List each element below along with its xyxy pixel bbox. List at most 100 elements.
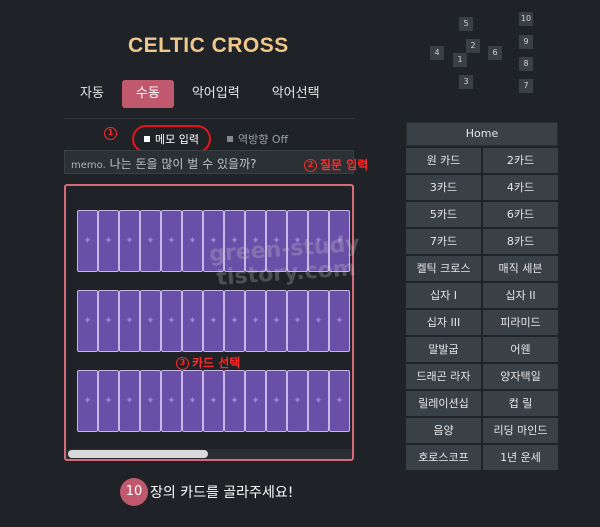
tarot-card[interactable] [266,370,287,432]
cross-position: 3 [459,75,473,89]
tarot-card[interactable] [245,370,266,432]
horizontal-scrollbar[interactable] [66,449,352,459]
tarot-card[interactable] [77,370,98,432]
spread-menu-item[interactable]: 어웬 [483,337,558,362]
spread-menu-item[interactable]: 릴레이션십 [406,391,481,416]
reverse-toggle[interactable]: 역방향 Off [226,131,289,147]
tab-input[interactable]: 악어입력 [178,80,254,108]
spread-menu-item[interactable]: 4카드 [483,175,558,200]
spread-menu-item[interactable]: 1년 운세 [483,445,558,470]
tarot-card[interactable] [287,370,308,432]
spread-menu-item[interactable]: 6카드 [483,202,558,227]
tarot-card[interactable] [98,210,119,272]
card-deck [64,184,354,461]
spread-menu-grid: 원 카드 2카드 3카드 4카드 5카드 6카드 7카드 8카드 켈틱 크로스 매직 세븐 십자 I… [406,148,558,470]
tarot-card[interactable] [203,290,224,352]
spread-menu-item[interactable]: 피라미드 [483,310,558,335]
tarot-card[interactable] [161,370,182,432]
memo-toggle[interactable]: 메모 입력 [132,125,211,153]
annotation-text: 질문 입력 [320,158,369,172]
memo-toggle-label: 메모 입력 [155,133,199,146]
tarot-card[interactable] [119,290,140,352]
tarot-card[interactable] [266,290,287,352]
app-title: CELTIC CROSS [128,34,289,57]
tab-select[interactable]: 악어선택 [258,80,334,108]
memo-prefix: memo. [71,160,106,171]
spread-menu-item[interactable]: 십자 III [406,310,481,335]
menu-home-button[interactable]: Home [406,122,558,146]
tarot-card[interactable] [119,370,140,432]
spread-menu-item[interactable]: 3카드 [406,175,481,200]
card-count-text: 장의 카드를 골라주세요! [150,485,294,501]
cross-position: 8 [519,57,533,71]
tarot-card[interactable] [119,210,140,272]
tab-divider [64,118,354,119]
spread-menu-item[interactable]: 리딩 마인드 [483,418,558,443]
tab-auto[interactable]: 자동 [66,80,118,108]
tarot-card[interactable] [308,290,329,352]
cross-position: 4 [430,46,444,60]
tab-manual[interactable]: 수동 [121,80,174,108]
tarot-card[interactable] [140,370,161,432]
tarot-card[interactable] [308,370,329,432]
cross-position: 2 [466,39,480,53]
tarot-card[interactable] [77,210,98,272]
cross-position: 9 [519,35,533,49]
card-count-prompt: 10 장의 카드를 골라주세요! [120,478,293,506]
spread-menu-item[interactable]: 십자 I [406,283,481,308]
spread-menu-item[interactable]: 원 카드 [406,148,481,173]
spread-menu-item[interactable]: 8카드 [483,229,558,254]
tarot-card[interactable] [224,290,245,352]
tarot-card[interactable] [182,290,203,352]
checkbox-icon [144,136,150,142]
tarot-card[interactable] [329,370,350,432]
annotation-text: 카드 선택 [192,356,241,370]
tarot-card[interactable] [329,290,350,352]
spread-menu-item[interactable]: 5카드 [406,202,481,227]
spread-menu-item[interactable]: 호로스코프 [406,445,481,470]
spread-menu-item[interactable]: 십자 II [483,283,558,308]
spread-menu: Home 원 카드 2카드 3카드 4카드 5카드 6카드 7카드 8카드 켈틱 크로스 매직 세… [406,122,558,470]
tarot-card[interactable] [140,290,161,352]
scrollbar-thumb[interactable] [68,450,208,458]
mode-tabs: 자동 수동 악어입력 악어선택 [66,80,334,108]
cross-position: 5 [459,17,473,31]
tarot-card[interactable] [287,290,308,352]
tarot-card[interactable] [182,370,203,432]
spread-menu-item[interactable]: 말발굽 [406,337,481,362]
spread-menu-item[interactable]: 양자택일 [483,364,558,389]
tarot-card[interactable] [77,290,98,352]
spread-menu-item[interactable]: 컵 릴 [483,391,558,416]
card-count-badge: 10 [120,478,148,506]
cross-position: 6 [488,46,502,60]
options-row: 메모 입력 역방향 Off [132,125,288,153]
spread-menu-item[interactable]: 2카드 [483,148,558,173]
tarot-card[interactable] [161,210,182,272]
tarot-card[interactable] [245,290,266,352]
tarot-card[interactable] [224,370,245,432]
annotation-number: 2 [304,159,317,172]
tarot-card[interactable] [98,370,119,432]
tarot-card[interactable] [140,210,161,272]
cross-position: 7 [519,79,533,93]
annotation-1: 1 [104,126,120,140]
tarot-card[interactable] [182,210,203,272]
cross-position: 1 [453,53,467,67]
annotation-3: 3 카드 선택 [176,354,240,371]
card-row [77,370,350,432]
annotation-number: 1 [104,127,117,140]
annotation-number: 3 [176,357,189,370]
tarot-card[interactable] [98,290,119,352]
memo-value: 나는 돈을 많이 벌 수 있을까? [109,157,257,171]
tarot-card[interactable] [203,370,224,432]
spread-menu-item[interactable]: 드래곤 라자 [406,364,481,389]
spread-menu-item[interactable]: 매직 세븐 [483,256,558,281]
cross-position: 10 [519,12,533,26]
spread-menu-item[interactable]: 음양 [406,418,481,443]
tarot-card[interactable] [161,290,182,352]
annotation-2: 2 질문 입력 [304,156,368,173]
spread-menu-item[interactable]: 켈틱 크로스 [406,256,481,281]
card-row [77,290,350,352]
spread-menu-item[interactable]: 7카드 [406,229,481,254]
reverse-toggle-label: 역방향 Off [237,133,289,146]
